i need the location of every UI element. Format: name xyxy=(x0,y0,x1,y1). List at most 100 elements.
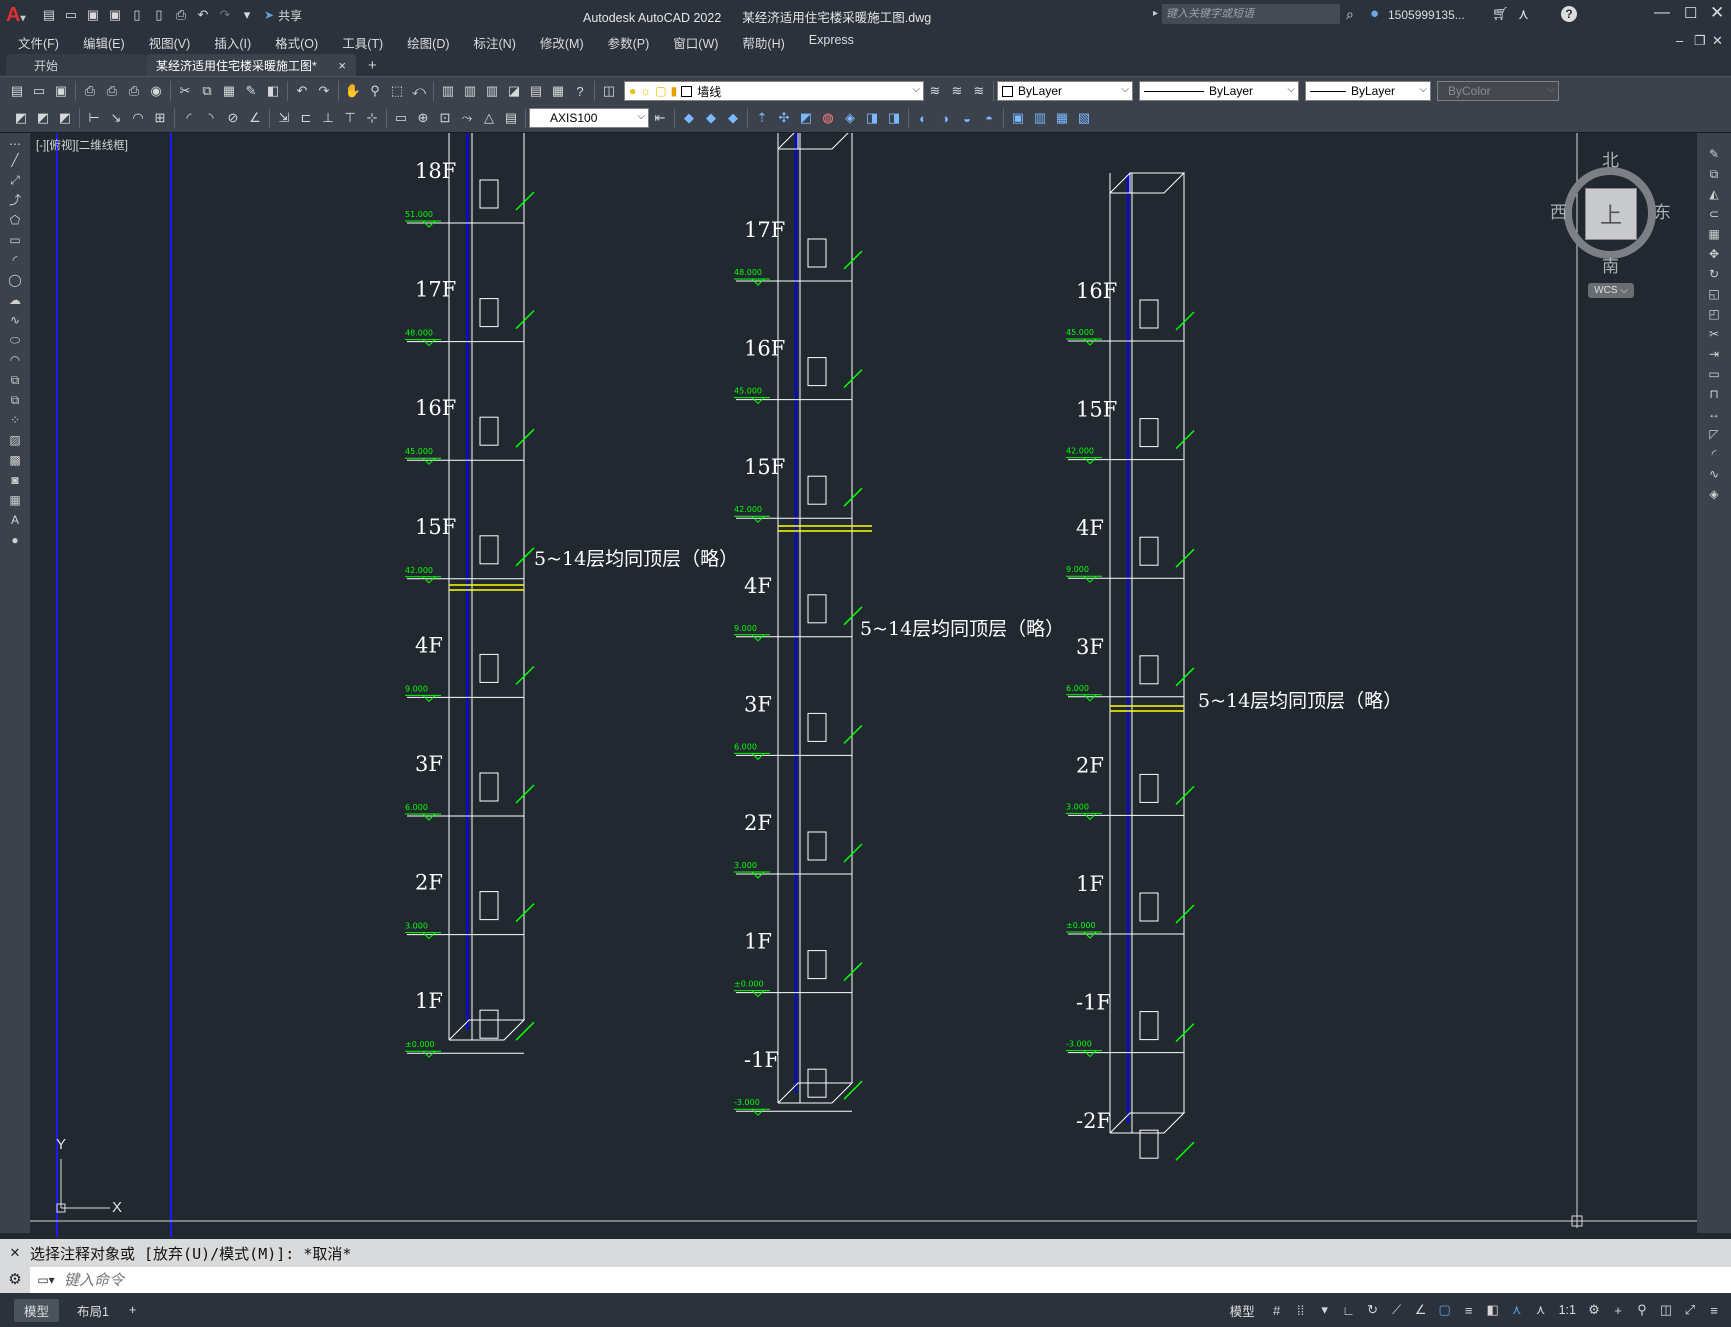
paste-icon[interactable]: ▦ xyxy=(219,81,239,101)
open-web-icon[interactable]: ▯ xyxy=(127,5,147,25)
save-icon[interactable]: ▣ xyxy=(51,81,71,101)
center-mark-icon[interactable]: ⊕ xyxy=(413,108,433,128)
autoscale-icon[interactable]: ⋏ xyxy=(1530,1299,1552,1321)
open-icon[interactable]: ▭ xyxy=(29,81,49,101)
calculator-icon[interactable]: ▦ xyxy=(548,81,568,101)
layer-dropdown[interactable]: ● ☼ ▢ ▮ 墙线 ⌵ xyxy=(624,81,924,101)
dim-continue-icon[interactable]: ⊥ xyxy=(318,108,338,128)
polyline-icon[interactable]: ⤴ xyxy=(6,191,24,209)
insert-block-icon[interactable]: ⧉ xyxy=(6,371,24,389)
layer-properties-icon[interactable]: ◫ xyxy=(599,81,619,101)
ellipse-icon[interactable]: ⬭ xyxy=(6,331,24,349)
preview-icon[interactable]: ⎙ xyxy=(102,81,122,101)
dimstyle-dropdown[interactable]: AXIS100 ⌵ xyxy=(529,108,649,128)
drawing-canvas[interactable]: 18F 17F 16F 15F 4F 3F 2F 1F 51.000 48.000 45.000 42… xyxy=(30,133,1697,1237)
make-current-icon[interactable]: ≋ xyxy=(925,81,945,101)
dim-baseline-icon[interactable]: ⊏ xyxy=(296,108,316,128)
point-icon[interactable]: ⁘ xyxy=(6,411,24,429)
annotation-scale[interactable]: 1:1 xyxy=(1553,1303,1582,1317)
light-list-icon[interactable]: ◒ xyxy=(957,108,977,128)
break-point-icon[interactable]: ▭ xyxy=(1705,365,1723,383)
dim-jogged-icon[interactable]: ◝ xyxy=(201,108,221,128)
gradient-icon[interactable]: ▩ xyxy=(6,451,24,469)
menu-item[interactable]: 格式(O) xyxy=(263,33,330,52)
move-icon[interactable]: ✥ xyxy=(1705,245,1723,263)
redo-icon[interactable]: ↷ xyxy=(215,5,235,25)
solid-wedge-icon[interactable]: ◆ xyxy=(701,108,721,128)
doc-minimize-button[interactable]: – xyxy=(1676,33,1683,48)
menu-item[interactable]: 窗口(W) xyxy=(661,33,730,52)
customize-icon[interactable]: ≡ xyxy=(1703,1299,1725,1321)
qat-dropdown-icon[interactable]: ▾ xyxy=(237,5,257,25)
undo-icon[interactable]: ↶ xyxy=(193,5,213,25)
rotate-icon[interactable]: ↻ xyxy=(1705,265,1723,283)
dim-linear-icon[interactable]: ⊢ xyxy=(84,108,104,128)
properties-icon[interactable]: ▥ xyxy=(438,81,458,101)
break-icon[interactable]: ⊓ xyxy=(1705,385,1723,403)
hardware-icon[interactable]: ◫ xyxy=(1655,1299,1677,1321)
dim-ordinate-icon[interactable]: ⊞ xyxy=(150,108,170,128)
undo-icon[interactable]: ↶ xyxy=(292,81,312,101)
polygon-icon[interactable]: ⬠ xyxy=(6,211,24,229)
viewport-label[interactable]: [-][俯视][二维线框] xyxy=(36,137,128,153)
menu-item[interactable]: 工具(T) xyxy=(330,33,395,52)
dim-update-icon[interactable]: ⇤ xyxy=(650,108,670,128)
line-icon[interactable]: ╱ xyxy=(6,151,24,169)
section-icon[interactable]: ◨ xyxy=(884,108,904,128)
cart-icon[interactable]: 🛒︎ xyxy=(1492,6,1509,22)
add-layout-button[interactable]: + xyxy=(119,1301,146,1319)
menu-item[interactable]: 修改(M) xyxy=(528,33,596,52)
menu-item[interactable]: 编辑(E) xyxy=(71,33,137,52)
transparency-icon[interactable]: ◧ xyxy=(1482,1299,1504,1321)
copy-object-icon[interactable]: ⧉ xyxy=(1705,165,1723,183)
shade-icon[interactable]: ◐ xyxy=(913,108,933,128)
orbit-icon[interactable]: ▥ xyxy=(1030,108,1050,128)
cmd-close-icon[interactable]: ✕ xyxy=(0,1246,30,1261)
plotstyle-dropdown[interactable]: ByColor ⌵ xyxy=(1437,81,1559,101)
extrude-icon[interactable]: ⇡ xyxy=(752,108,772,128)
command-input[interactable] xyxy=(62,1267,1731,1293)
materials-icon[interactable]: ◓ xyxy=(979,108,999,128)
doc-restore-button[interactable]: ❐ xyxy=(1694,33,1706,49)
compass-north[interactable]: 北 xyxy=(1602,146,1619,171)
menu-item[interactable]: Express xyxy=(797,33,866,52)
viewcube-face-top[interactable]: 上 xyxy=(1585,188,1637,240)
zoom-realtime-icon[interactable]: ⚲ xyxy=(365,81,385,101)
minimize-button[interactable]: — xyxy=(1654,4,1670,22)
design-center-icon[interactable]: ▥ xyxy=(460,81,480,101)
revcloud-icon[interactable]: ☁ xyxy=(6,291,24,309)
osnap-icon[interactable]: ▢ xyxy=(1434,1299,1456,1321)
ortho-icon[interactable]: ∟ xyxy=(1338,1299,1360,1321)
union-icon[interactable]: ◩ xyxy=(796,108,816,128)
model-space-button[interactable]: 模型 xyxy=(1220,1299,1265,1322)
copy-icon[interactable]: ⧉ xyxy=(197,81,217,101)
save-icon[interactable]: ▣ xyxy=(83,5,103,25)
cmd-customize-icon[interactable]: ⚙ xyxy=(0,1267,30,1293)
fillet-icon[interactable]: ◜ xyxy=(1705,445,1723,463)
ellipse-arc-icon[interactable]: ◠ xyxy=(6,351,24,369)
new-tab-button[interactable]: + xyxy=(368,57,377,74)
offset-icon[interactable]: ⊂ xyxy=(1705,205,1723,223)
compass-east[interactable]: 东 xyxy=(1654,198,1671,223)
erase-icon[interactable]: ✎ xyxy=(1705,145,1723,163)
intersect-icon[interactable]: ◈ xyxy=(840,108,860,128)
tool-palettes-icon[interactable]: ▥ xyxy=(482,81,502,101)
app-menu-button[interactable]: A▾ xyxy=(6,4,38,27)
layer-previous-icon[interactable]: ≋ xyxy=(947,81,967,101)
a360-icon[interactable]: ⋏ xyxy=(1518,5,1529,23)
dim-angular-icon[interactable]: ∠ xyxy=(245,108,265,128)
sheet-set-icon[interactable]: ◪ xyxy=(504,81,524,101)
circle-icon[interactable]: ◯ xyxy=(6,271,24,289)
redo-icon[interactable]: ↷ xyxy=(314,81,334,101)
lineweight-icon[interactable]: ≡ xyxy=(1458,1299,1480,1321)
ucs-previous-icon[interactable]: ◩ xyxy=(55,108,75,128)
zoom-window-icon[interactable]: ⬚ xyxy=(387,81,407,101)
snap-icon[interactable]: ⁞⁞ xyxy=(1290,1299,1312,1321)
menu-item[interactable]: 绘图(D) xyxy=(395,33,461,52)
menu-item[interactable]: 插入(I) xyxy=(202,33,263,52)
close-button[interactable]: ✕ xyxy=(1710,3,1724,23)
tab-model[interactable]: 模型 xyxy=(14,1298,60,1322)
help-icon[interactable]: ? xyxy=(570,81,590,101)
tab-drawing[interactable]: 某经济适用住宅楼采暖施工图* × xyxy=(146,54,356,76)
solid-box-icon[interactable]: ◆ xyxy=(679,108,699,128)
